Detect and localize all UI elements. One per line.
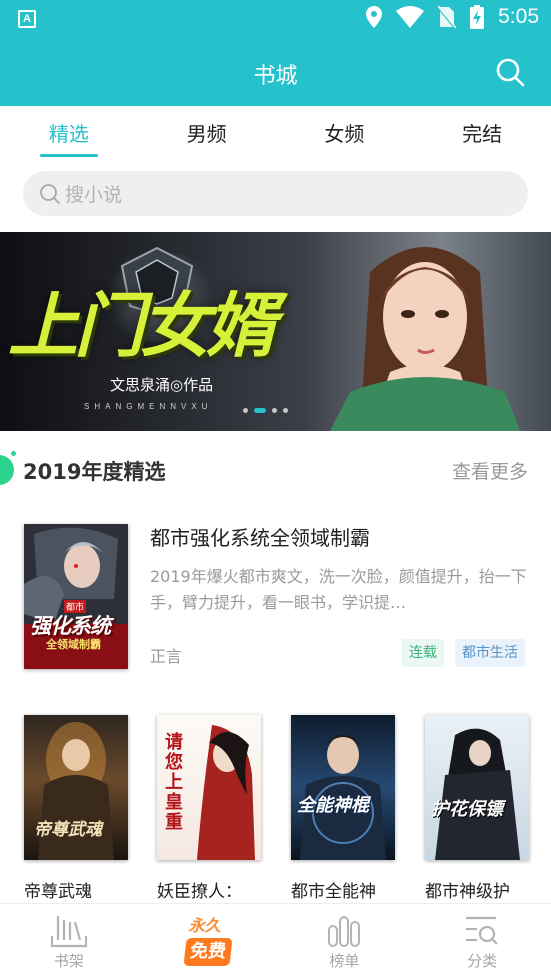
cover-art [300, 735, 386, 860]
promo-banner[interactable]: 上门女婿 文思泉涌◎作品 SHANGMENNVXU [0, 232, 551, 431]
free-badge-icon: 永久 免费 [183, 912, 233, 968]
book-name[interactable]: 妖臣撩人： [157, 877, 263, 902]
book-grid: 帝尊武魂 帝尊武魂 请您上皇重 妖臣撩人： 全能神棍 都市全能神 护花保镖 都市… [0, 715, 551, 905]
book-cover[interactable]: 护花保镖 [425, 715, 529, 860]
free-badge-bottom: 免费 [183, 938, 233, 966]
section-title: 2019年度精选 [23, 460, 166, 484]
nav-ranking[interactable]: 榜单 [276, 904, 414, 979]
cover-subtitle: 全领域制霸 [46, 638, 101, 651]
grid-book-item[interactable]: 护花保镖 都市神级护 [425, 715, 531, 902]
pagination-dot [283, 408, 288, 413]
free-badge-top: 永久 [188, 916, 221, 935]
banner-character-illustration [330, 247, 520, 431]
nav-bookshelf[interactable]: 书架 [0, 904, 138, 979]
banner-pagination [243, 408, 288, 413]
page-title: 书城 [253, 64, 298, 89]
tab-completed[interactable]: 完结 [413, 106, 551, 160]
banner-pinyin: SHANGMENNVXU [84, 402, 213, 411]
grid-book-item[interactable]: 帝尊武魂 帝尊武魂 [24, 715, 130, 902]
book-title[interactable]: 都市强化系统全领域制霸 [150, 522, 370, 551]
book-name[interactable]: 都市全能神 [291, 877, 397, 902]
cover-art [435, 728, 520, 860]
book-cover[interactable]: 帝尊武魂 [24, 715, 128, 860]
banner-author: 文思泉涌◎作品 [110, 376, 214, 394]
section-header: 2019年度精选 查看更多 [0, 448, 551, 488]
genre-badge: 都市生活 [455, 639, 525, 667]
search-icon[interactable] [495, 57, 525, 87]
nav-category[interactable]: 分类 [413, 904, 551, 979]
bottom-navigation: 书架 永久 免费 榜单 分类 [0, 903, 551, 979]
nav-label: 书架 [53, 952, 84, 970]
book-author: 正言 [150, 647, 183, 666]
book-description: 2019年爆火都市爽文，洗一次脸，颜值提升，抬一下手，臂力提升，看一眼书，学识提… [150, 567, 527, 612]
wifi-icon [396, 6, 425, 28]
book-name[interactable]: 都市神级护 [425, 877, 531, 902]
tab-featured[interactable]: 精选 [0, 106, 138, 160]
bookshelf-icon [50, 916, 87, 948]
tab-male[interactable]: 男频 [138, 106, 276, 160]
section-marker-icon [0, 455, 14, 485]
book-cover[interactable]: 全能神棍 [291, 715, 395, 860]
grid-book-item[interactable]: 请您上皇重 妖臣撩人： [157, 715, 263, 902]
clock: 5:05 [498, 5, 539, 28]
search-input[interactable]: 搜小说 [23, 171, 528, 216]
section-marker-dot [11, 451, 16, 456]
tab-female[interactable]: 女频 [276, 106, 414, 160]
book-name[interactable]: 帝尊武魂 [24, 877, 130, 902]
pagination-dot-active [254, 408, 266, 413]
app-notification-icon: A [18, 10, 36, 28]
pagination-dot [243, 408, 248, 413]
category-tabs: 精选 男频 女频 完结 [0, 106, 551, 160]
pagination-dot [272, 408, 277, 413]
status-badge: 连载 [402, 639, 444, 667]
search-icon [40, 183, 60, 204]
cover-title: 全能神棍 [297, 795, 369, 816]
grid-book-item[interactable]: 全能神棍 都市全能神 [291, 715, 397, 902]
nav-label: 榜单 [329, 952, 360, 970]
book-cover[interactable]: 都市 强化系统 全领域制霸 [24, 524, 128, 669]
ranking-icon [328, 916, 361, 947]
featured-book[interactable]: 都市 强化系统 全领域制霸 都市强化系统全领域制霸 2019年爆火都市爽文，洗一… [0, 520, 551, 680]
app-header: 书城 [0, 38, 551, 106]
see-more-link[interactable]: 查看更多 [452, 457, 528, 484]
cover-title: 帝尊武魂 [34, 820, 102, 840]
search-placeholder: 搜小说 [65, 184, 123, 206]
category-icon [466, 916, 498, 945]
battery-charging-icon [470, 5, 485, 29]
location-icon [366, 6, 383, 28]
status-icons: 5:05 [366, 5, 539, 29]
banner-headline: 上门女婿 [8, 285, 276, 367]
nav-free[interactable]: 永久 免费 [138, 904, 276, 979]
book-cover[interactable]: 请您上皇重 [157, 715, 261, 860]
no-sim-icon [438, 5, 457, 29]
status-bar: A 5:05 [0, 0, 551, 38]
nav-label: 分类 [467, 952, 498, 970]
cover-title: 护花保镖 [431, 799, 503, 820]
cover-title: 请您上皇重 [165, 732, 183, 833]
